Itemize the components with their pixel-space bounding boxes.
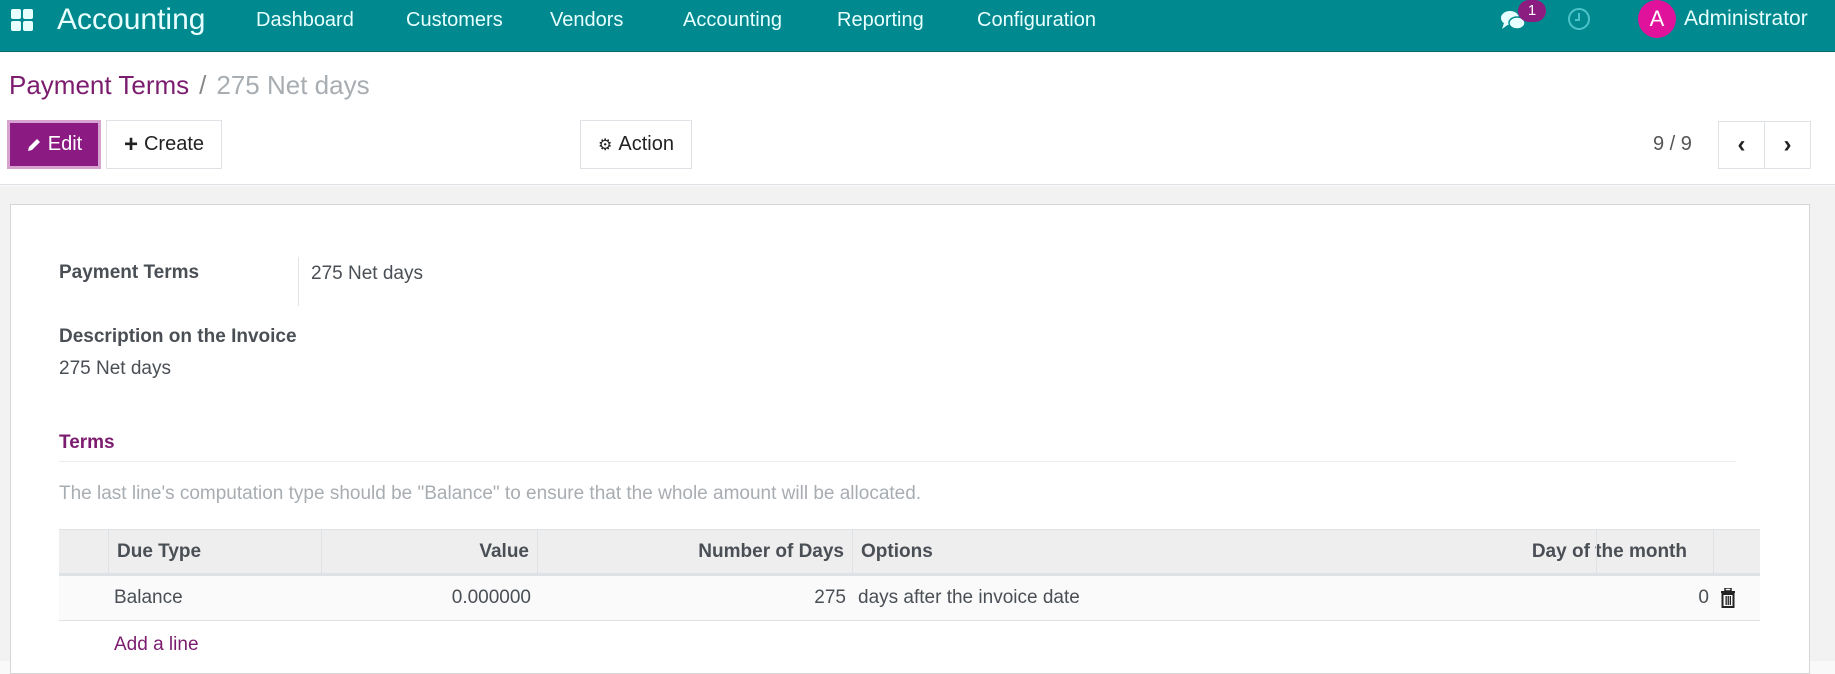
avatar[interactable]: A: [1638, 0, 1676, 38]
breadcrumb: Payment Terms / 275 Net days: [9, 70, 370, 101]
cell-day-of-month: 0: [1698, 587, 1709, 608]
breadcrumb-current: 275 Net days: [216, 70, 370, 100]
app-title: Accounting: [57, 3, 206, 36]
edit-label: Edit: [47, 133, 83, 155]
add-line-link[interactable]: Add a line: [114, 634, 199, 656]
menu-customers[interactable]: Customers: [406, 9, 503, 32]
terms-section-title: Terms: [59, 432, 115, 453]
message-count-badge: 1: [1518, 0, 1546, 22]
apps-grid-icon[interactable]: [11, 9, 33, 31]
breadcrumb-parent[interactable]: Payment Terms: [9, 70, 189, 100]
payment-terms-value: 275 Net days: [311, 263, 423, 284]
action-label: Action: [618, 133, 674, 155]
column-divider: [1596, 530, 1597, 574]
table-header: Due Type Value Number of Days Options Da…: [59, 529, 1760, 576]
pencil-icon: [27, 138, 40, 151]
menu-vendors[interactable]: Vendors: [550, 9, 623, 32]
cell-days: 275: [814, 587, 846, 608]
menu-reporting[interactable]: Reporting: [837, 9, 924, 32]
control-panel: Payment Terms / 275 Net days Edit + Create…: [0, 53, 1835, 185]
pager-next-button[interactable]: ›: [1764, 121, 1811, 169]
menu-dashboard[interactable]: Dashboard: [256, 9, 354, 32]
breadcrumb-separator: /: [199, 70, 207, 100]
cell-options: days after the invoice date: [858, 587, 1080, 608]
edit-button[interactable]: Edit: [7, 120, 101, 169]
terms-table: Due Type Value Number of Days Options Da…: [59, 529, 1760, 621]
cell-due-type: Balance: [114, 587, 183, 608]
header-day-of-month[interactable]: Day of the month: [1365, 530, 1713, 574]
label-separator: [298, 257, 299, 306]
description-label: Description on the Invoice: [59, 326, 297, 347]
create-label: Create: [143, 133, 205, 155]
header-number-of-days[interactable]: Number of Days: [537, 530, 852, 574]
section-separator: [59, 461, 1736, 462]
action-button[interactable]: ⚙ Action: [580, 120, 692, 169]
header-value[interactable]: Value: [321, 530, 537, 574]
cell-value: 0.000000: [451, 587, 531, 608]
header-actions: [1713, 530, 1760, 574]
chevron-left-icon: ‹: [1737, 131, 1746, 158]
payment-terms-label: Payment Terms: [59, 262, 200, 283]
user-menu[interactable]: Administrator: [1684, 7, 1808, 31]
menu-accounting[interactable]: Accounting: [683, 9, 782, 32]
activity-clock-icon[interactable]: [1568, 8, 1590, 30]
chevron-right-icon: ›: [1783, 131, 1792, 158]
create-button[interactable]: + Create: [106, 120, 222, 169]
table-row[interactable]: Balance 0.000000 275 days after the invo…: [59, 576, 1760, 621]
gear-icon: ⚙: [598, 136, 613, 154]
terms-help-text: The last line's computation type should …: [59, 483, 922, 504]
pager-value[interactable]: 9 / 9: [1653, 133, 1692, 156]
menu-configuration[interactable]: Configuration: [977, 9, 1096, 32]
pager-previous-button[interactable]: ‹: [1718, 121, 1765, 169]
trash-icon[interactable]: [1720, 588, 1736, 608]
description-value: 275 Net days: [59, 358, 171, 379]
top-navbar: Accounting Dashboard Customers Vendors A…: [0, 0, 1835, 52]
header-due-type[interactable]: Due Type: [108, 530, 321, 574]
plus-icon: +: [123, 130, 138, 158]
